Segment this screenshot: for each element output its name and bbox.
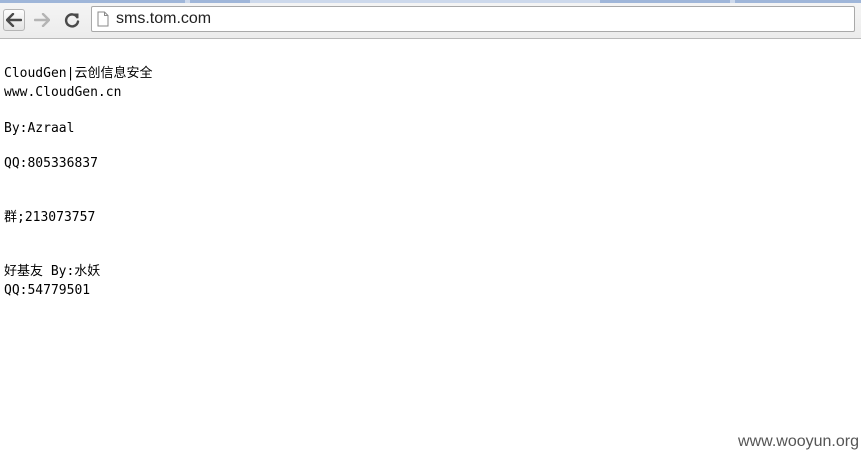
text-line-author: By:Azraal xyxy=(4,121,75,136)
reload-button[interactable] xyxy=(61,9,83,31)
back-button[interactable] xyxy=(3,9,25,31)
address-bar[interactable]: sms.tom.com xyxy=(91,6,855,32)
forward-button[interactable] xyxy=(31,9,53,31)
text-line-cloudgen-title: CloudGen|云创信息安全 xyxy=(4,66,153,81)
text-line-website: www.CloudGen.cn xyxy=(4,85,122,100)
browser-toolbar: sms.tom.com xyxy=(0,0,861,39)
page-icon xyxy=(97,11,109,27)
text-line-group: 群;213073757 xyxy=(4,210,96,225)
back-arrow-icon xyxy=(6,13,22,27)
text-line-qq-author: QQ:805336837 xyxy=(4,156,98,171)
watermark: www.wooyun.org xyxy=(738,433,859,450)
reload-icon xyxy=(64,13,80,28)
text-line-friend: 好基友 By:水妖 xyxy=(4,264,101,279)
text-line-qq-friend: QQ:54779501 xyxy=(4,283,91,298)
url-text: sms.tom.com xyxy=(116,10,212,27)
forward-arrow-icon xyxy=(34,13,50,27)
tab-strip xyxy=(0,0,861,3)
